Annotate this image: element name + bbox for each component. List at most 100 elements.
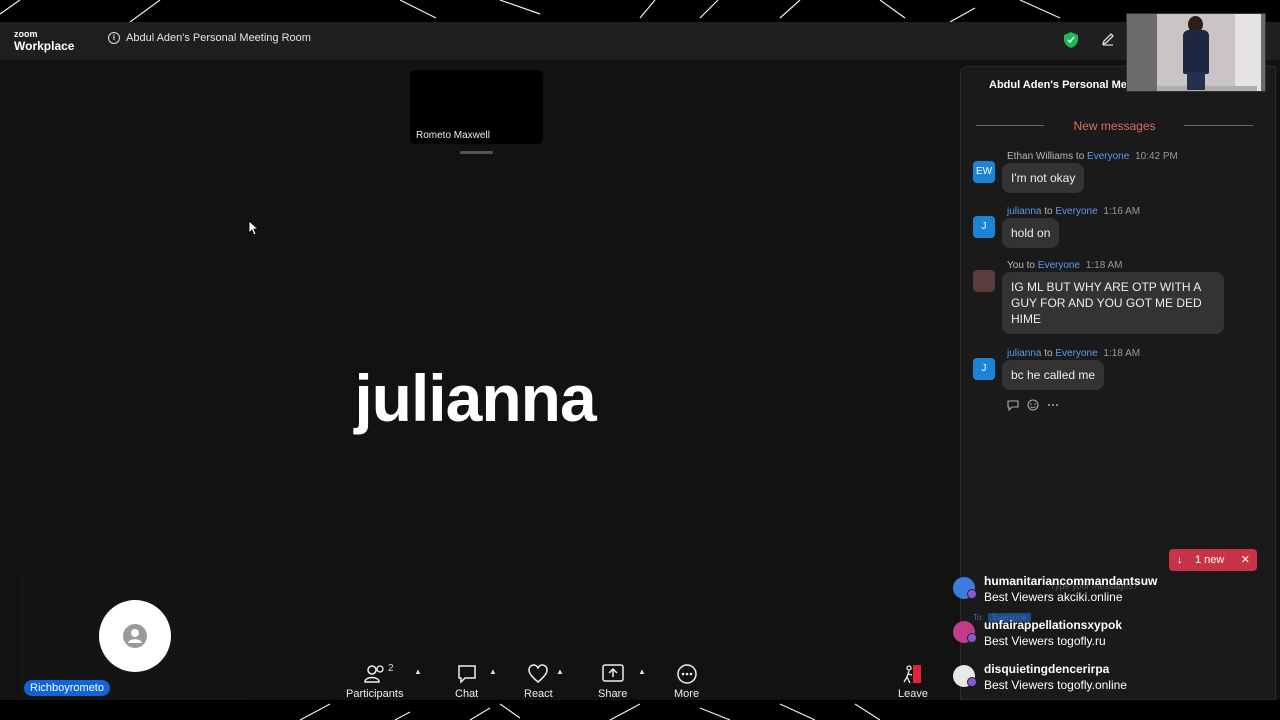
zoom-window: zoom Workplace i Abdul Aden's Personal M… (0, 0, 1280, 720)
sender-name: You (1007, 260, 1024, 271)
message-bubble: IG ML BUT WHY ARE OTP WITH A GUY FOR AND… (1002, 272, 1224, 334)
viewer-name: unfairappellationsxypok (984, 618, 1123, 632)
more-label: More (674, 688, 700, 700)
message-actions (1007, 399, 1059, 411)
share-label: Share (598, 688, 628, 700)
to-word: to (1075, 151, 1085, 162)
more-icon (676, 664, 697, 684)
viewer-notification: disquietingdencerirpa Best Viewers togof… (953, 662, 1273, 702)
chat-button[interactable]: Chat (455, 663, 478, 700)
mouse-cursor-icon (248, 220, 260, 236)
to-word: to (1026, 260, 1035, 271)
sender-name: julianna (1007, 206, 1042, 217)
chat-label: Chat (455, 688, 479, 700)
sender-avatar: J (973, 358, 995, 380)
pip-floor (1157, 86, 1257, 91)
recipient-name: Everyone (1037, 260, 1081, 271)
meeting-info-button[interactable]: i Abdul Aden's Personal Meeting Room (108, 32, 311, 44)
message-meta: julianna to Everyone 1:18 AM (1007, 348, 1140, 359)
pip-person-body (1183, 30, 1209, 74)
participants-icon (363, 665, 384, 683)
meeting-toolbar: Participants 2 ▲ Chat ▲ React ▲ Share ▲ (250, 655, 950, 700)
sender-name: Ethan Williams (1007, 151, 1074, 162)
add-reaction-icon[interactable] (1027, 399, 1039, 411)
recipient-name: Everyone (1055, 348, 1098, 359)
share-button[interactable]: Share (598, 663, 627, 700)
chat-caret-icon[interactable]: ▲ (489, 667, 497, 676)
viewer-text: Best Viewers togofly.online (984, 678, 1127, 692)
sender-avatar-image (973, 270, 995, 292)
react-label: React (524, 688, 553, 700)
message-bubble: hold on (1002, 218, 1060, 248)
thumbnail-drag-handle[interactable] (460, 151, 493, 154)
sender-avatar: EW (973, 161, 995, 183)
message-time: 1:18 AM (1103, 348, 1141, 359)
viewer-notification: humanitariancommandantsuw Best Viewers a… (953, 574, 1273, 614)
new-messages-divider: New messages (976, 119, 1253, 133)
close-icon[interactable]: ✕ (1241, 549, 1250, 571)
new-pill-label: 1 new (1195, 554, 1225, 566)
pip-person-legs (1187, 72, 1205, 90)
meeting-stage (0, 60, 950, 655)
thumbnail-name: Rometo Maxwell (414, 129, 492, 142)
viewer-name: humanitariancommandantsuw (984, 574, 1158, 588)
leave-label: Leave (898, 688, 928, 700)
message-meta: julianna to Everyone 1:16 AM (1007, 206, 1140, 217)
message-time: 1:16 AM (1103, 206, 1141, 217)
message-time: 10:42 PM (1135, 151, 1178, 162)
arrow-down-icon: ↓ (1177, 554, 1183, 566)
react-button[interactable]: React (524, 663, 553, 700)
participants-button[interactable]: Participants (346, 663, 403, 700)
viewer-notification: unfairappellationsxypok Best Viewers tog… (953, 618, 1273, 658)
chat-panel-title: Abdul Aden's Personal Mee (989, 79, 1129, 91)
badge-icon (967, 677, 977, 687)
desktop-lines (0, 0, 1061, 22)
active-speaker-name: julianna (354, 361, 596, 435)
pip-door (1235, 14, 1261, 91)
zoom-logo: zoom Workplace (14, 29, 74, 53)
participants-count: 2 (388, 663, 394, 674)
title-bar: zoom Workplace i Abdul Aden's Personal M… (0, 22, 1280, 60)
viewer-text: Best Viewers akciki.online (984, 590, 1123, 604)
video-pip[interactable] (1126, 13, 1266, 92)
shield-icon[interactable] (1064, 32, 1078, 48)
message-bubble: I'm not okay (1002, 163, 1085, 193)
react-caret-icon[interactable]: ▲ (556, 667, 564, 676)
share-screen-icon (601, 664, 624, 682)
self-avatar (99, 600, 171, 672)
leave-button[interactable]: Leave (898, 663, 928, 700)
bottom-desktop-strip (0, 700, 1280, 720)
more-options-icon[interactable] (1047, 399, 1059, 411)
heart-icon (528, 664, 549, 683)
new-message-pill[interactable]: ↓ 1 new ✕ (1169, 549, 1257, 571)
message-time: 1:18 AM (1085, 260, 1123, 271)
chat-icon (457, 665, 476, 684)
participant-thumbnail[interactable]: Rometo Maxwell (410, 70, 543, 144)
divider-right (1184, 125, 1253, 126)
viewer-name: disquietingdencerirpa (984, 662, 1110, 676)
leave-icon (903, 665, 921, 684)
sender-avatar: J (973, 216, 995, 238)
message-meta: You to Everyone 1:18 AM (1007, 260, 1123, 271)
logo-top: zoom (14, 29, 38, 39)
to-word: to (1044, 348, 1053, 359)
recipient-name: Everyone (1087, 151, 1130, 162)
badge-icon (967, 633, 977, 643)
pencil-icon[interactable] (1101, 32, 1115, 46)
participants-caret-icon[interactable]: ▲ (414, 667, 422, 676)
reply-icon[interactable] (1007, 399, 1019, 411)
top-desktop-strip (0, 0, 1280, 22)
self-name-label: Richboyrometo (24, 680, 110, 696)
more-button[interactable]: More (674, 663, 699, 700)
info-icon: i (108, 32, 120, 44)
viewer-text: Best Viewers togofly.ru (984, 634, 1106, 648)
user-icon (123, 624, 147, 648)
meeting-title: Abdul Aden's Personal Meeting Room (126, 32, 311, 44)
recipient-name: Everyone (1055, 206, 1098, 217)
desktop-lines-bottom (299, 703, 881, 720)
participants-label: Participants (346, 688, 404, 700)
sender-name: julianna (1007, 348, 1042, 359)
new-messages-label: New messages (1073, 119, 1156, 133)
share-caret-icon[interactable]: ▲ (638, 667, 646, 676)
message-bubble: bc he called me (1002, 360, 1105, 390)
